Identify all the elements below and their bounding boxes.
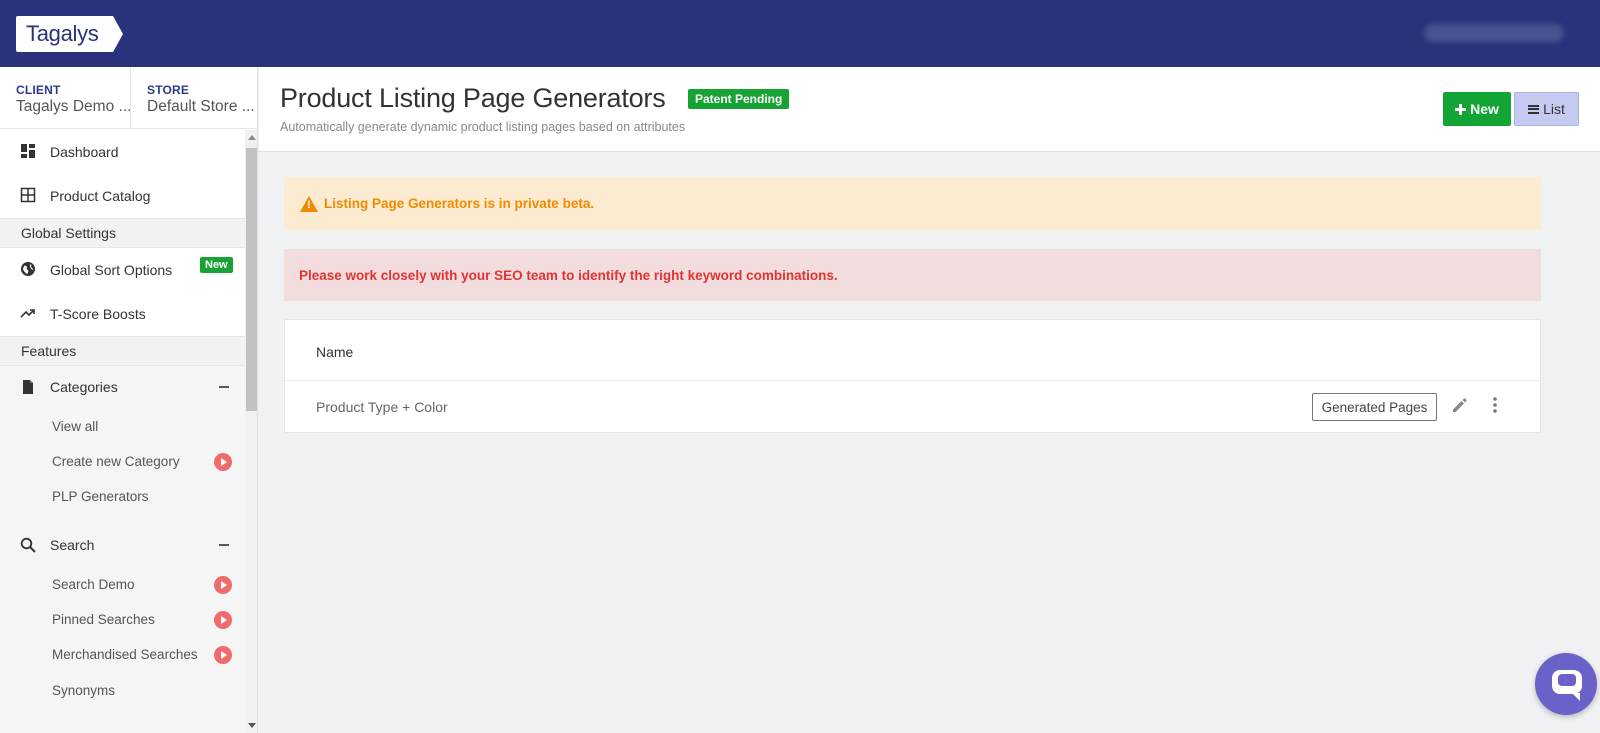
more-vertical-icon[interactable]: [1489, 395, 1501, 415]
sidebar-subitem-synonyms[interactable]: Synonyms: [0, 674, 245, 708]
scrollbar-thumb[interactable]: [246, 148, 257, 411]
table-row[interactable]: Product Type + Color Generated Pages: [285, 381, 1540, 433]
list-icon: [1528, 104, 1540, 114]
new-button[interactable]: New: [1443, 92, 1511, 126]
store-value: Default Store ...: [147, 98, 255, 115]
play-video-icon[interactable]: [214, 646, 232, 664]
sidebar-item-label: Product Catalog: [50, 188, 151, 204]
user-menu-blurred[interactable]: [1424, 24, 1564, 42]
plus-icon: [1455, 103, 1467, 115]
sidebar-subitem-plp-generators[interactable]: PLP Generators: [0, 480, 245, 514]
sidebar-subitem-label: PLP Generators: [52, 489, 149, 504]
sidebar-subitem-search-demo[interactable]: Search Demo: [0, 568, 245, 602]
sidebar-subitem-label: Synonyms: [52, 683, 116, 698]
sidebar-item-label: Global Sort Options: [50, 262, 173, 278]
sidebar-subitem-pinned-searches[interactable]: Pinned Searches: [0, 603, 245, 637]
file-icon: [23, 380, 33, 394]
warning-icon: [300, 195, 318, 212]
main-content: Product Listing Page Generators Patent P…: [259, 67, 1600, 733]
warning-alert: Listing Page Generators is in private be…: [284, 177, 1541, 230]
sidebar-subitem-label: Merchandised Searches: [52, 647, 198, 662]
search-icon: [20, 537, 36, 553]
row-name: Product Type + Color: [316, 399, 448, 415]
table-header: Name: [285, 320, 1540, 381]
client-selector[interactable]: CLIENT Tagalys Demo ...: [0, 67, 131, 128]
page-subtitle: Automatically generate dynamic product l…: [280, 120, 686, 134]
context-switcher: CLIENT Tagalys Demo ... STORE Default St…: [0, 67, 257, 129]
store-selector[interactable]: STORE Default Store ...: [131, 67, 257, 128]
scroll-down-arrow-icon[interactable]: [248, 723, 256, 728]
collapse-icon[interactable]: [219, 544, 229, 546]
client-value: Tagalys Demo ...: [16, 98, 130, 115]
warning-alert-text: Listing Page Generators is in private be…: [324, 196, 595, 211]
generators-table: Name Product Type + Color Generated Page…: [284, 319, 1541, 433]
section-header-global-settings: Global Settings: [0, 218, 245, 248]
sidebar-subitem-merchandised-searches[interactable]: Merchandised Searches: [0, 638, 245, 672]
list-button[interactable]: List: [1514, 92, 1579, 126]
sidebar-scrollbar[interactable]: [245, 130, 257, 733]
client-label: CLIENT: [16, 83, 61, 97]
grid-icon: [20, 187, 36, 203]
new-badge: New: [200, 257, 233, 273]
sidebar-subitem-view-all[interactable]: View all: [0, 410, 245, 444]
page-title: Product Listing Page Generators: [280, 83, 666, 113]
error-alert-text: Please work closely with your SEO team t…: [299, 267, 838, 283]
store-label: STORE: [147, 83, 190, 97]
sidebar-item-dashboard[interactable]: Dashboard: [0, 130, 245, 174]
sidebar-subitem-label: View all: [52, 419, 99, 434]
chat-icon: [1552, 670, 1582, 701]
dashboard-icon: [21, 144, 35, 158]
generated-pages-button[interactable]: Generated Pages: [1312, 393, 1437, 421]
sidebar-item-label: Dashboard: [50, 144, 119, 160]
sidebar-group-search[interactable]: Search: [0, 525, 245, 565]
sidebar-group-categories[interactable]: Categories: [0, 367, 245, 407]
sidebar-item-label: T-Score Boosts: [50, 306, 146, 322]
sidebar-subitem-create-new-category[interactable]: Create new Category: [0, 445, 245, 479]
chat-widget-button[interactable]: [1535, 653, 1597, 715]
top-bar: Tagalys: [0, 0, 1600, 67]
page-header: Product Listing Page Generators Patent P…: [259, 67, 1600, 152]
pencil-icon[interactable]: [1451, 396, 1469, 414]
sidebar-subitem-label: Create new Category: [52, 454, 180, 469]
sidebar-group-label: Categories: [50, 379, 118, 395]
logo-arrow: [112, 16, 123, 52]
new-button-label: New: [1470, 101, 1499, 117]
section-header-features: Features: [0, 336, 245, 366]
play-video-icon[interactable]: [214, 576, 232, 594]
sidebar-item-tscore-boosts[interactable]: T-Score Boosts: [0, 292, 245, 336]
sidebar-item-product-catalog[interactable]: Product Catalog: [0, 174, 245, 218]
scroll-up-arrow-icon[interactable]: [248, 135, 256, 140]
sidebar-subitem-label: Search Demo: [52, 577, 135, 592]
sidebar-nav: Dashboard Product Catalog Global Setting…: [0, 130, 245, 733]
logo-text: Tagalys: [16, 16, 113, 52]
trending-up-icon: [20, 309, 35, 318]
sidebar-item-global-sort-options[interactable]: Global Sort Options New: [0, 248, 245, 292]
logo[interactable]: Tagalys: [16, 16, 123, 52]
collapse-icon[interactable]: [219, 386, 229, 388]
patent-pending-badge: Patent Pending: [688, 89, 790, 109]
list-button-label: List: [1543, 101, 1565, 117]
play-video-icon[interactable]: [214, 453, 232, 471]
globe-icon: [21, 262, 35, 276]
column-header-name: Name: [316, 344, 354, 360]
play-video-icon[interactable]: [214, 611, 232, 629]
error-alert: Please work closely with your SEO team t…: [284, 249, 1541, 301]
sidebar: CLIENT Tagalys Demo ... STORE Default St…: [0, 67, 258, 733]
sidebar-subitem-label: Pinned Searches: [52, 612, 155, 627]
sidebar-group-label: Search: [50, 537, 95, 553]
